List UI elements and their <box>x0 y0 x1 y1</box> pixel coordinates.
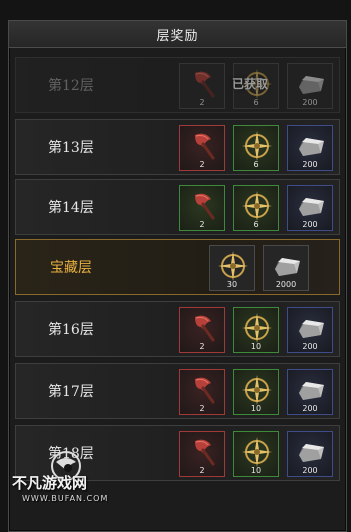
floor-reward-row[interactable]: 第13层 2 6 200 <box>15 119 340 175</box>
item-count: 2 <box>199 466 205 475</box>
item-count: 10 <box>250 342 262 351</box>
reward-items: 2 10 200 <box>179 307 333 353</box>
item-count: 200 <box>302 98 318 107</box>
watermark-url: WWW.BUFAN.COM <box>22 494 109 503</box>
reward-item-slot[interactable]: 2 <box>179 125 225 171</box>
floor-label: 宝藏层 <box>50 260 92 276</box>
item-count: 2 <box>199 342 205 351</box>
item-count: 200 <box>302 466 318 475</box>
reward-item-slot[interactable]: 200 <box>287 369 333 415</box>
floor-label: 第17层 <box>48 384 94 400</box>
reward-item-slot[interactable]: 200 <box>287 63 333 109</box>
item-count: 200 <box>302 160 318 169</box>
item-count: 200 <box>302 404 318 413</box>
reward-item-slot[interactable]: 30 <box>209 245 255 291</box>
item-count: 2 <box>199 404 205 413</box>
floor-reward-row[interactable]: 第14层 2 6 200 <box>15 179 340 235</box>
reward-items: 30 2000 <box>209 245 309 291</box>
reward-item-slot[interactable]: 2000 <box>263 245 309 291</box>
reward-item-slot[interactable]: 6 <box>233 185 279 231</box>
reward-item-slot[interactable]: 6 <box>233 125 279 171</box>
item-count: 6 <box>253 98 259 107</box>
watermark-text: 不凡游戏网 <box>12 474 88 492</box>
item-count: 200 <box>302 342 318 351</box>
item-count: 2 <box>199 220 205 229</box>
reward-item-slot[interactable]: 2 <box>179 185 225 231</box>
floor-label: 第16层 <box>48 322 94 338</box>
reward-items: 2 10 200 <box>179 369 333 415</box>
claimed-tag: 已获取 <box>232 77 269 91</box>
item-count: 200 <box>302 220 318 229</box>
item-count: 2000 <box>275 280 297 289</box>
floor-reward-row[interactable]: 第17层 2 10 200 <box>15 363 340 419</box>
reward-item-slot[interactable]: 2 <box>179 307 225 353</box>
reward-item-slot[interactable]: 10 <box>233 307 279 353</box>
item-count: 10 <box>250 466 262 475</box>
panel-title: 层奖励 <box>9 21 346 48</box>
reward-items: 2 6 200 <box>179 185 333 231</box>
floor-reward-row[interactable]: 第12层 2 6 200 已获取 <box>15 57 340 113</box>
floor-label: 第13层 <box>48 140 94 156</box>
reward-item-slot[interactable]: 200 <box>287 125 333 171</box>
reward-item-slot[interactable]: 200 <box>287 431 333 477</box>
item-count: 6 <box>253 160 259 169</box>
reward-item-slot[interactable]: 10 <box>233 369 279 415</box>
reward-item-slot[interactable]: 2 <box>179 369 225 415</box>
item-count: 30 <box>226 280 238 289</box>
floor-label: 第14层 <box>48 200 94 216</box>
floor-reward-row[interactable]: 宝藏层 30 2000 <box>15 239 340 295</box>
reward-items: 2 10 200 <box>179 431 333 477</box>
floor-reward-row[interactable]: 第16层 2 10 200 <box>15 301 340 357</box>
item-count: 6 <box>253 220 259 229</box>
floor-label: 第12层 <box>48 78 94 94</box>
reward-item-slot[interactable]: 2 <box>179 431 225 477</box>
reward-item-slot[interactable]: 200 <box>287 307 333 353</box>
reward-items: 2 6 200 <box>179 125 333 171</box>
item-count: 2 <box>199 160 205 169</box>
reward-item-slot[interactable]: 10 <box>233 431 279 477</box>
item-count: 2 <box>199 98 205 107</box>
item-count: 10 <box>250 404 262 413</box>
reward-item-slot[interactable]: 200 <box>287 185 333 231</box>
reward-item-slot[interactable]: 2 <box>179 63 225 109</box>
